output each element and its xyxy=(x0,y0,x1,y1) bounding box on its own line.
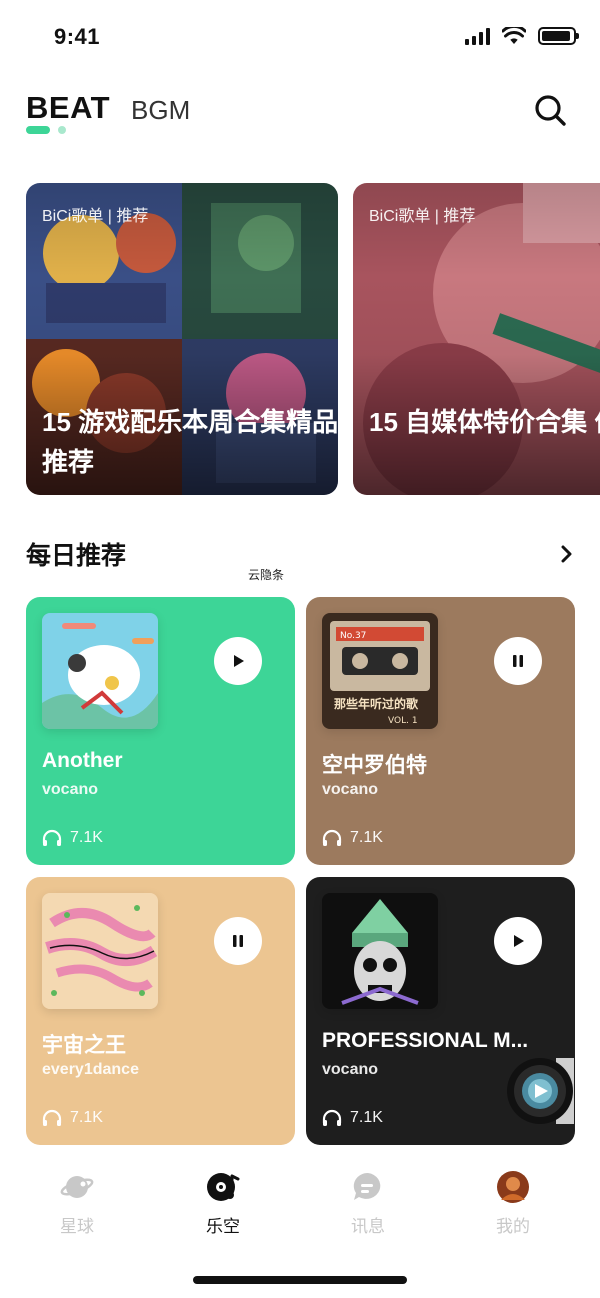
play-count-value: 7.1K xyxy=(350,1109,383,1126)
headphones-icon xyxy=(322,829,342,846)
song-title: PROFESSIONAL M... xyxy=(322,1029,529,1052)
status-bar: 9:41 xyxy=(0,0,600,76)
battery-icon xyxy=(538,27,579,45)
banner-title: 15 自媒体特价合集 价格0元拼单 xyxy=(369,407,600,437)
avatar-icon xyxy=(497,1171,529,1203)
tooltip-label: 云隐条 xyxy=(248,568,285,582)
song-card[interactable]: No.37 那些年听过的歌 VOL. 1 空中罗伯特 vocano 7.1K xyxy=(306,597,575,865)
album-cover xyxy=(42,893,158,1009)
banner-carousel[interactable]: BiCi歌单 | 推荐 15 游戏配乐本周合集精品推荐 BiCi歌单 | 推荐 … xyxy=(26,183,600,495)
chevron-right-icon[interactable] xyxy=(559,545,575,563)
status-time: 9:41 xyxy=(54,24,101,49)
nav-item-profile[interactable]: 我的 xyxy=(463,1170,563,1237)
banner-tag: BiCi歌单 | 推荐 xyxy=(369,208,476,225)
bottom-nav: 星球 乐空 讯息 我的 xyxy=(0,1160,600,1250)
pause-button[interactable] xyxy=(214,917,262,965)
headphones-icon xyxy=(42,1109,62,1126)
cover-text: 那些年听过的歌 xyxy=(334,696,419,711)
play-count: 7.1K xyxy=(322,829,383,847)
nav-item-planet[interactable]: 星球 xyxy=(27,1170,127,1237)
nav-item-messages[interactable]: 讯息 xyxy=(318,1170,418,1237)
song-title: 空中罗伯特 xyxy=(322,754,427,777)
play-button[interactable] xyxy=(494,917,542,965)
album-cover: No.37 那些年听过的歌 VOL. 1 xyxy=(322,613,438,729)
song-title: Another xyxy=(42,749,123,772)
song-title: 宇宙之王 xyxy=(42,1034,126,1057)
play-icon xyxy=(234,655,244,667)
tab-beat[interactable]: BEAT xyxy=(26,90,110,126)
music-disc-icon xyxy=(207,1173,240,1201)
song-artist: vocano xyxy=(322,1061,379,1078)
planet-icon xyxy=(60,1176,94,1198)
pause-icon xyxy=(233,935,243,947)
pause-icon xyxy=(513,655,523,667)
play-icon xyxy=(514,935,524,947)
headphones-icon xyxy=(322,1109,342,1126)
cover-sub: VOL. 1 xyxy=(388,716,418,726)
header: BEAT BGM xyxy=(0,80,600,150)
nav-item-music[interactable]: 乐空 xyxy=(173,1170,273,1237)
cellular-signal-icon xyxy=(465,27,490,45)
album-cover xyxy=(322,893,438,1009)
cover-number: No.37 xyxy=(340,631,366,641)
nav-label: 我的 xyxy=(496,1217,530,1236)
banner-tag: BiCi歌单 | 推荐 xyxy=(42,208,149,225)
play-count: 7.1K xyxy=(42,1109,103,1127)
headphones-icon xyxy=(42,829,62,846)
banner-game-music[interactable]: BiCi歌单 | 推荐 15 游戏配乐本周合集精品推荐 xyxy=(26,183,338,495)
mini-player-disc[interactable] xyxy=(504,1058,574,1124)
song-artist: vocano xyxy=(322,781,379,798)
song-artist: vocano xyxy=(42,781,99,798)
pause-button[interactable] xyxy=(494,637,542,685)
active-tab-indicator xyxy=(26,126,50,134)
status-icons xyxy=(465,27,579,45)
banner-media-bundle[interactable]: BiCi歌单 | 推荐 15 自媒体特价合集 价格0元拼单 xyxy=(353,183,600,495)
tab-dot xyxy=(58,126,66,134)
album-cover xyxy=(42,613,158,729)
play-count-value: 7.1K xyxy=(350,829,383,846)
song-card[interactable]: Another vocano 7.1K xyxy=(26,597,295,865)
daily-recommend-title: 每日推荐 xyxy=(26,542,127,570)
message-icon xyxy=(353,1172,381,1200)
nav-label: 乐空 xyxy=(206,1217,240,1236)
banner-title: 15 游戏配乐本周合集精品推荐 xyxy=(42,407,338,477)
play-count-value: 7.1K xyxy=(70,829,103,846)
play-count: 7.1K xyxy=(322,1109,383,1127)
banner-gradient xyxy=(353,183,600,495)
song-card[interactable]: 宇宙之王 every1dance 7.1K xyxy=(26,877,295,1145)
play-button[interactable] xyxy=(214,637,262,685)
play-count: 7.1K xyxy=(42,829,103,847)
play-count-value: 7.1K xyxy=(70,1109,103,1126)
tab-bgm[interactable]: BGM xyxy=(131,95,190,126)
nav-label: 星球 xyxy=(60,1217,94,1236)
song-artist: every1dance xyxy=(42,1061,139,1078)
wifi-icon xyxy=(502,27,526,44)
search-icon[interactable] xyxy=(533,93,567,127)
home-indicator[interactable] xyxy=(193,1276,407,1284)
nav-label: 讯息 xyxy=(351,1217,385,1236)
